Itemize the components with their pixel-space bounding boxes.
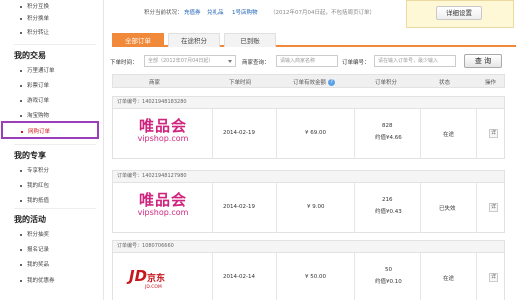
points-note: （2012年07月04日起，不包括周页订单）: [270, 10, 375, 16]
order-tabs: 全部订单 在途积分 已到账: [112, 33, 516, 47]
chevron-down-icon: [228, 60, 232, 63]
detail-settings-button[interactable]: 详细设置: [436, 6, 482, 20]
detail-button[interactable]: 详: [489, 129, 498, 138]
link-gifts[interactable]: 兑礼品: [207, 8, 224, 16]
order-amount: ¥ 9.00: [307, 204, 325, 210]
sidebar-heading-exclusive: 我的专享: [14, 151, 46, 160]
sidebar-item-wanlitong-orders[interactable]: 万里通订单: [20, 66, 55, 74]
sidebar-item-coupons[interactable]: 我的优惠券: [20, 276, 55, 284]
sidebar-item-lucky-draw[interactable]: 积分抽奖: [20, 230, 49, 238]
order-amount: ¥ 69.00: [305, 130, 326, 136]
sidebar-item-prizes[interactable]: 我的奖品: [20, 260, 49, 268]
order-status: 已失效: [439, 206, 456, 212]
sidebar-item-signups[interactable]: 报名记录: [20, 245, 49, 253]
link-recharge[interactable]: 充值券: [184, 8, 201, 16]
time-select[interactable]: 全部（2012年07月04日起）: [144, 55, 236, 67]
bullet-icon: [20, 169, 22, 172]
vipshop-logo[interactable]: 唯品会 vipshop.com: [129, 193, 197, 218]
bullet-icon: [20, 114, 22, 117]
tab-all-orders[interactable]: 全部订单: [112, 33, 164, 47]
col-merchant: 商家: [149, 80, 161, 86]
merchant-cell: 唯品会 vipshop.com: [113, 183, 213, 233]
sidebar-item-points-order[interactable]: 积分换单: [20, 14, 49, 22]
sidebar-item-game-orders[interactable]: 游戏订单: [20, 96, 49, 104]
order-number: 订单编号：14021948127980: [112, 170, 505, 183]
sidebar-item-vouchers[interactable]: 我的抵值: [20, 196, 49, 204]
bullet-icon: [20, 84, 22, 87]
sidebar-item-taobao[interactable]: 淘宝购物: [20, 111, 49, 119]
bullet-icon: [20, 99, 22, 102]
order-number: 订单编号：1080706660: [112, 240, 505, 253]
help-icon[interactable]: ?: [328, 79, 336, 86]
order-points-value: 约值¥4.66: [375, 135, 402, 141]
sidebar: 积分互换 积分换单 积分转让 我的交易 万里通订单 彩票订单 游戏订单 淘宝购物…: [0, 0, 104, 300]
detail-button[interactable]: 详: [489, 203, 498, 212]
order-points: 828: [382, 123, 393, 129]
col-amount: 订单有效金额?: [293, 78, 336, 86]
order-filter: 下单时间： 全部（2012年07月04日起） 商家查询： 请输入商家名称 订单编…: [110, 54, 520, 69]
sidebar-item-lottery-orders[interactable]: 彩票订单: [20, 81, 49, 89]
order-date: 2014-02-19: [223, 130, 255, 136]
order-points: 216: [382, 197, 393, 203]
merchant-cell: JD京东 JD.COM: [113, 253, 213, 300]
merchant-cell: 唯品会 vipshop.com: [113, 109, 213, 159]
col-points: 订单积分: [375, 80, 398, 86]
bullet-icon: [20, 263, 22, 266]
bullet-icon: [20, 199, 22, 202]
bullet-icon: [21, 130, 23, 133]
sidebar-item-exclusive-points[interactable]: 专享积分: [20, 166, 49, 174]
sidebar-heading-trade: 我的交易: [14, 51, 46, 60]
bullet-icon: [20, 31, 22, 34]
search-button[interactable]: 查 询: [464, 54, 502, 68]
order-row: 订单编号：1080706660 JD京东 JD.COM 2014-02-14 ¥ …: [112, 240, 505, 300]
order-no-label: 订单编号：: [342, 60, 370, 66]
sidebar-item-red-packet[interactable]: 我的红包: [20, 181, 49, 189]
order-date: 2014-02-19: [223, 204, 255, 210]
order-points-value: 约值¥0.43: [375, 209, 402, 215]
merchant-label: 商家查询：: [242, 60, 270, 66]
table-header: 商家 下单时间 订单有效金额? 订单积分 状态 操作: [112, 74, 505, 88]
bullet-icon: [20, 184, 22, 187]
bullet-icon: [20, 279, 22, 282]
col-order-time: 下单时间: [229, 80, 252, 86]
detail-button[interactable]: 详: [489, 273, 498, 282]
col-status: 状态: [439, 80, 451, 86]
bullet-icon: [20, 17, 22, 20]
sidebar-item-points-exchange[interactable]: 积分互换: [20, 2, 49, 10]
bullet-icon: [20, 248, 22, 251]
order-points-value: 约值¥0.10: [375, 279, 402, 285]
order-amount: ¥ 50.00: [305, 274, 326, 280]
order-no-input[interactable]: 请在输入订单号，最少输入: [374, 55, 456, 67]
bullet-icon: [20, 5, 22, 8]
vipshop-logo[interactable]: 唯品会 vipshop.com: [129, 119, 197, 144]
order-row: 订单编号：14021948183280 唯品会 vipshop.com 2014-…: [112, 96, 505, 159]
sidebar-heading-activities: 我的活动: [14, 215, 46, 224]
order-points: 50: [385, 267, 392, 273]
sidebar-item-label: 网购订单: [28, 129, 51, 135]
order-row: 订单编号：14021948127980 唯品会 vipshop.com 2014-…: [112, 170, 505, 233]
sidebar-item-points-transfer[interactable]: 积分转让: [20, 28, 49, 36]
order-date: 2014-02-14: [223, 274, 255, 280]
order-status: 在途: [443, 132, 455, 138]
sidebar-item-online-orders[interactable]: 网购订单: [1, 121, 99, 139]
points-status-label: 积分当前状况：: [144, 10, 183, 16]
divider: [14, 44, 96, 45]
link-yhd[interactable]: 1号店购物: [232, 8, 258, 16]
jd-logo[interactable]: JD京东 JD.COM: [129, 267, 197, 290]
order-number: 订单编号：14021948183280: [112, 96, 505, 109]
order-status: 在途: [443, 276, 455, 282]
tab-in-transit[interactable]: 在途积分: [168, 33, 220, 47]
divider: [14, 144, 96, 145]
bullet-icon: [20, 233, 22, 236]
col-operation: 操作: [485, 80, 497, 86]
merchant-input[interactable]: 请输入商家名称: [276, 55, 338, 67]
divider: [14, 208, 96, 209]
bullet-icon: [20, 69, 22, 72]
time-label: 下单时间：: [110, 60, 138, 66]
tab-arrived[interactable]: 已到账: [224, 33, 276, 47]
